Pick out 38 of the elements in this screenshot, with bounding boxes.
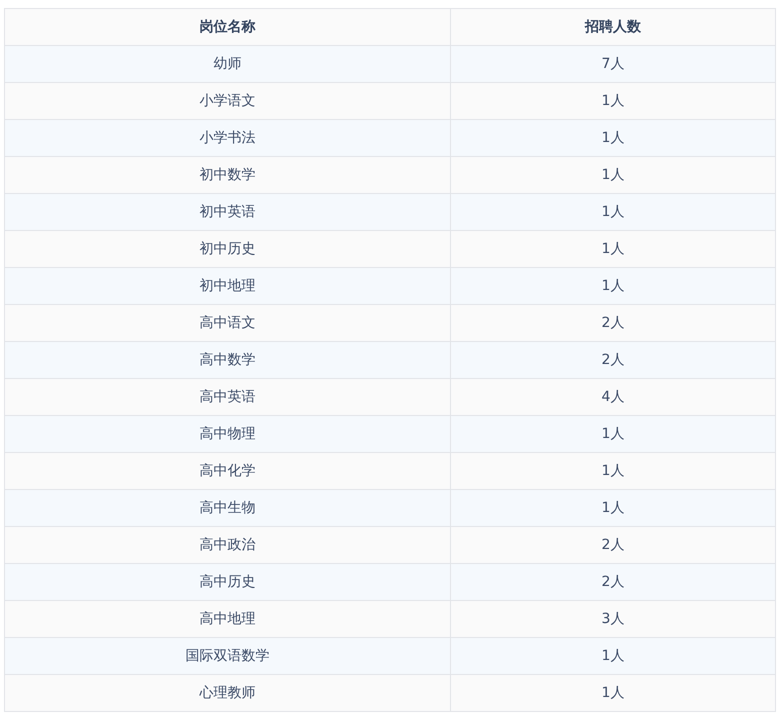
table-cell: 高中物理 bbox=[4, 416, 450, 452]
table-cell: 1人 bbox=[450, 638, 776, 674]
table-cell: 1人 bbox=[450, 452, 776, 490]
table-cell: 初中英语 bbox=[4, 194, 450, 230]
table-cell: 1人 bbox=[450, 194, 776, 230]
table-cell: 高中语文 bbox=[4, 304, 450, 342]
table-cell: 1人 bbox=[450, 120, 776, 156]
table-cell: 高中英语 bbox=[4, 378, 450, 416]
table-cell: 2人 bbox=[450, 342, 776, 378]
table-cell: 小学书法 bbox=[4, 120, 450, 156]
table-cell: 1人 bbox=[450, 230, 776, 268]
table-cell: 1人 bbox=[450, 674, 776, 712]
table-cell: 1人 bbox=[450, 490, 776, 526]
table-cell: 1人 bbox=[450, 268, 776, 304]
table-cell: 初中数学 bbox=[4, 156, 450, 194]
table-cell: 高中政治 bbox=[4, 526, 450, 564]
table-cell: 国际双语数学 bbox=[4, 638, 450, 674]
table-cell: 2人 bbox=[450, 564, 776, 600]
table-cell: 1人 bbox=[450, 416, 776, 452]
table-cell: 1人 bbox=[450, 82, 776, 120]
table-cell: 心理教师 bbox=[4, 674, 450, 712]
table-cell: 初中历史 bbox=[4, 230, 450, 268]
table-cell: 2人 bbox=[450, 304, 776, 342]
table-cell: 幼师 bbox=[4, 46, 450, 82]
table-cell: 1人 bbox=[450, 156, 776, 194]
table-cell: 初中地理 bbox=[4, 268, 450, 304]
column-header: 岗位名称 bbox=[4, 8, 450, 46]
table-cell: 2人 bbox=[450, 526, 776, 564]
table-cell: 高中生物 bbox=[4, 490, 450, 526]
table-cell: 高中数学 bbox=[4, 342, 450, 378]
table-cell: 7人 bbox=[450, 46, 776, 82]
table-cell: 高中化学 bbox=[4, 452, 450, 490]
column-header: 招聘人数 bbox=[450, 8, 776, 46]
table-cell: 小学语文 bbox=[4, 82, 450, 120]
table-cell: 4人 bbox=[450, 378, 776, 416]
table-cell: 高中历史 bbox=[4, 564, 450, 600]
table-cell: 高中地理 bbox=[4, 600, 450, 638]
table-cell: 3人 bbox=[450, 600, 776, 638]
